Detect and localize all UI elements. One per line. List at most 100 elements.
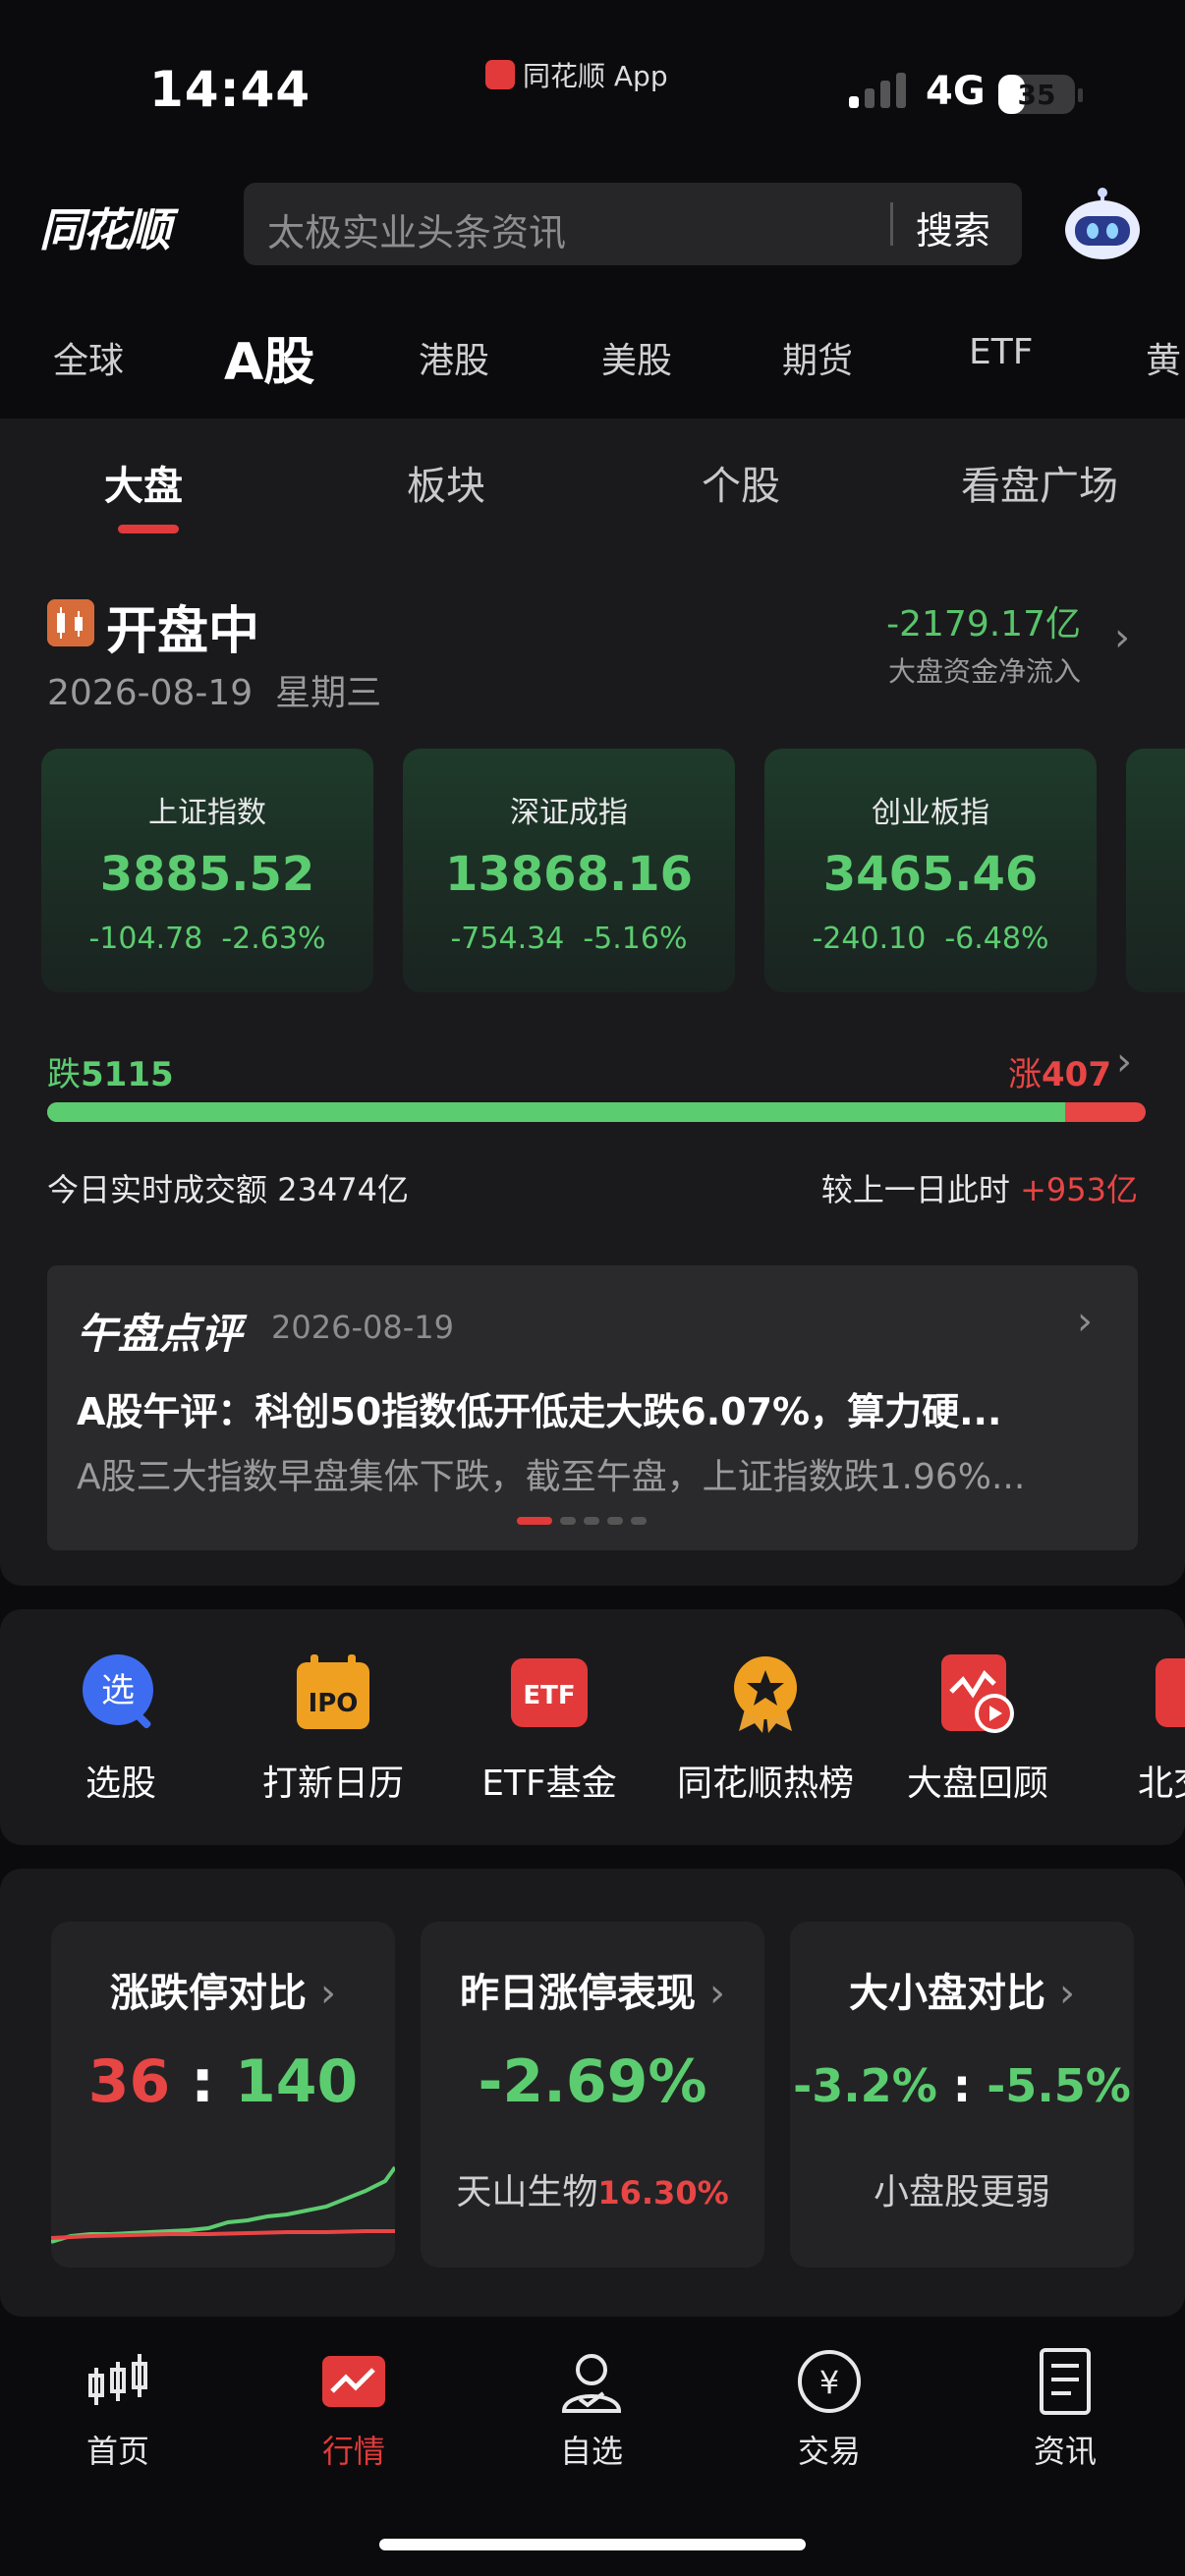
index-name: 深证成指	[510, 796, 628, 830]
index-card-sse[interactable]: 上证指数 3885.52 -104.78 -2.63%	[41, 749, 373, 992]
tool-label: 同花顺热榜	[676, 1764, 854, 1804]
assistant-robot-icon[interactable]	[1061, 185, 1144, 263]
fall-count: 跌5115	[47, 1055, 174, 1094]
subtab-stocks[interactable]: 个股	[702, 454, 780, 511]
sub-tabs: 大盘 板块 个股 看盘广场	[0, 419, 1185, 536]
news-headline[interactable]: A股午评：科创50指数低开低走大跌6.07%，算力硬...	[77, 1381, 1001, 1435]
svg-text:ETF: ETF	[523, 1681, 575, 1710]
size-compare-card[interactable]: 大小盘对比 › -3.2% : -5.5% 小盘股更弱	[790, 1922, 1134, 2268]
tool-label: 北交	[1138, 1764, 1185, 1804]
index-price: 3885.52	[99, 847, 315, 902]
net-flow-value[interactable]: -2179.17亿	[886, 595, 1081, 646]
net-flow-chevron-icon[interactable]: ›	[1114, 615, 1130, 660]
size-compare-title: 大小盘对比 ›	[849, 1971, 1075, 2016]
status-app-label: 同花顺 App	[523, 60, 668, 92]
status-time: 14:44	[149, 61, 311, 118]
tabbar-label: 资讯	[1033, 2433, 1097, 2470]
limit-compare-value: 36 : 140	[87, 2047, 359, 2116]
news-title: 午盘点评	[77, 1310, 243, 1358]
index-card-next[interactable]	[1126, 749, 1185, 992]
index-change: -104.78 -2.63%	[88, 922, 326, 956]
status-app-indicator: 同花顺 App	[485, 55, 668, 94]
size-compare-desc: 小盘股更弱	[873, 2172, 1050, 2212]
tabbar-label: 行情	[321, 2433, 385, 2470]
tab-gold[interactable]: 黄	[1146, 332, 1181, 383]
status-bar: 14:44 同花顺 App 4G 35	[0, 0, 1185, 172]
breadth-bar-fall	[47, 1102, 1065, 1122]
yesterday-limit-card[interactable]: 昨日涨停表现 › -2.69% 天山生物16.30%	[421, 1922, 764, 2268]
index-price: 13868.16	[444, 847, 694, 902]
svg-text:选: 选	[101, 1671, 135, 1710]
turnover: 今日实时成交额 23474亿	[47, 1171, 409, 1208]
yesterday-limit-title: 昨日涨停表现 ›	[460, 1971, 725, 2016]
index-card-chinext[interactable]: 创业板指 3465.46 -240.10 -6.48%	[764, 749, 1097, 992]
search-divider	[890, 202, 893, 246]
svg-text:¥: ¥	[819, 2364, 839, 2401]
rise-count[interactable]: 涨407	[1008, 1047, 1111, 1095]
document-icon	[1040, 2348, 1091, 2415]
candlestick-state-icon	[47, 599, 94, 646]
select-stock-icon: 选	[83, 1654, 153, 1729]
tab-etf[interactable]: ETF	[969, 332, 1033, 372]
market-state: 开盘中	[106, 602, 260, 661]
news-chevron-icon[interactable]: ›	[1077, 1299, 1093, 1344]
index-name: 创业板指	[872, 796, 989, 830]
news-date: 2026-08-19	[271, 1309, 454, 1346]
etf-icon: ETF	[511, 1658, 588, 1727]
tabbar-home[interactable]: 首页	[39, 2348, 197, 2472]
tab-us[interactable]: 美股	[601, 332, 672, 383]
tabbar-watchlist[interactable]: 自选	[513, 2348, 670, 2472]
tab-global[interactable]: 全球	[53, 332, 124, 383]
search-bar[interactable]: 太极实业头条资讯 搜索	[244, 183, 1022, 265]
tabbar-trade[interactable]: ¥ 交易	[751, 2348, 908, 2472]
app-logo[interactable]: 同花顺	[39, 195, 171, 259]
news-summary: A股三大指数早盘集体下跌，截至午盘，上证指数跌1.96%...	[77, 1457, 1026, 1497]
search-button[interactable]: 搜索	[916, 200, 990, 254]
subtab-square[interactable]: 看盘广场	[961, 454, 1118, 511]
market-chart-icon	[322, 2356, 385, 2407]
tool-etf-fund[interactable]: ETF ETF基金	[446, 1652, 652, 1806]
limit-compare-card[interactable]: 涨跌停对比 › 36 : 140	[51, 1922, 395, 2268]
index-price: 3465.46	[822, 847, 1039, 902]
index-card-szse[interactable]: 深证成指 13868.16 -754.34 -5.16%	[403, 749, 735, 992]
limit-compare-title: 涨跌停对比 ›	[110, 1971, 336, 2016]
tabbar-label: 交易	[797, 2433, 861, 2470]
tool-hot-list[interactable]: 同花顺热榜	[662, 1652, 869, 1806]
tab-futures[interactable]: 期货	[782, 332, 853, 383]
market-date: 2026-08-19 星期三	[47, 673, 382, 713]
index-change: -240.10 -6.48%	[812, 922, 1049, 956]
ipo-calendar-icon: IPO	[297, 1654, 369, 1729]
signal-strength-icon	[849, 73, 906, 108]
person-icon	[561, 2354, 622, 2413]
tabbar-market[interactable]: 行情	[275, 2348, 432, 2472]
limit-trend-chart	[51, 2165, 395, 2244]
subtab-market[interactable]: 大盘	[104, 454, 183, 511]
tabbar-news[interactable]: 资讯	[987, 2348, 1144, 2472]
index-change: -754.34 -5.16%	[450, 922, 688, 956]
hot-list-icon	[734, 1656, 797, 1733]
home-indicator	[379, 2539, 806, 2550]
search-placeholder[interactable]: 太极实业头条资讯	[267, 202, 566, 256]
tab-hk[interactable]: 港股	[419, 332, 489, 383]
battery-level: 35	[1017, 78, 1056, 111]
tool-label: ETF基金	[481, 1764, 617, 1804]
size-compare-value: -3.2% : -5.5%	[793, 2059, 1131, 2112]
subtab-sectors[interactable]: 板块	[407, 454, 485, 511]
tool-select-stock[interactable]: 选 选股	[18, 1652, 224, 1806]
candlestick-icon	[88, 2354, 147, 2405]
tabbar-label: 首页	[85, 2433, 149, 2470]
tool-ipo-calendar[interactable]: IPO 打新日历	[230, 1652, 436, 1806]
tool-market-review[interactable]: 大盘回顾	[875, 1652, 1081, 1806]
net-flow-label[interactable]: 大盘资金净流入	[888, 650, 1081, 690]
yuan-icon: ¥	[798, 2350, 861, 2413]
tool-label: 选股	[85, 1764, 156, 1804]
bse-icon	[1156, 1658, 1185, 1727]
tool-bse[interactable]: 北交	[1091, 1652, 1185, 1806]
tab-a-share[interactable]: A股	[224, 320, 314, 394]
svg-text:IPO: IPO	[309, 1689, 359, 1718]
breadth-chevron-icon[interactable]: ›	[1116, 1039, 1132, 1085]
news-card[interactable]: 午盘点评 2026-08-19 › A股午评：科创50指数低开低走大跌6.07%…	[47, 1265, 1138, 1550]
tool-label: 大盘回顾	[906, 1764, 1048, 1804]
yesterday-limit-stock: 天山生物16.30%	[456, 2172, 729, 2212]
breadth-bar	[47, 1102, 1146, 1122]
